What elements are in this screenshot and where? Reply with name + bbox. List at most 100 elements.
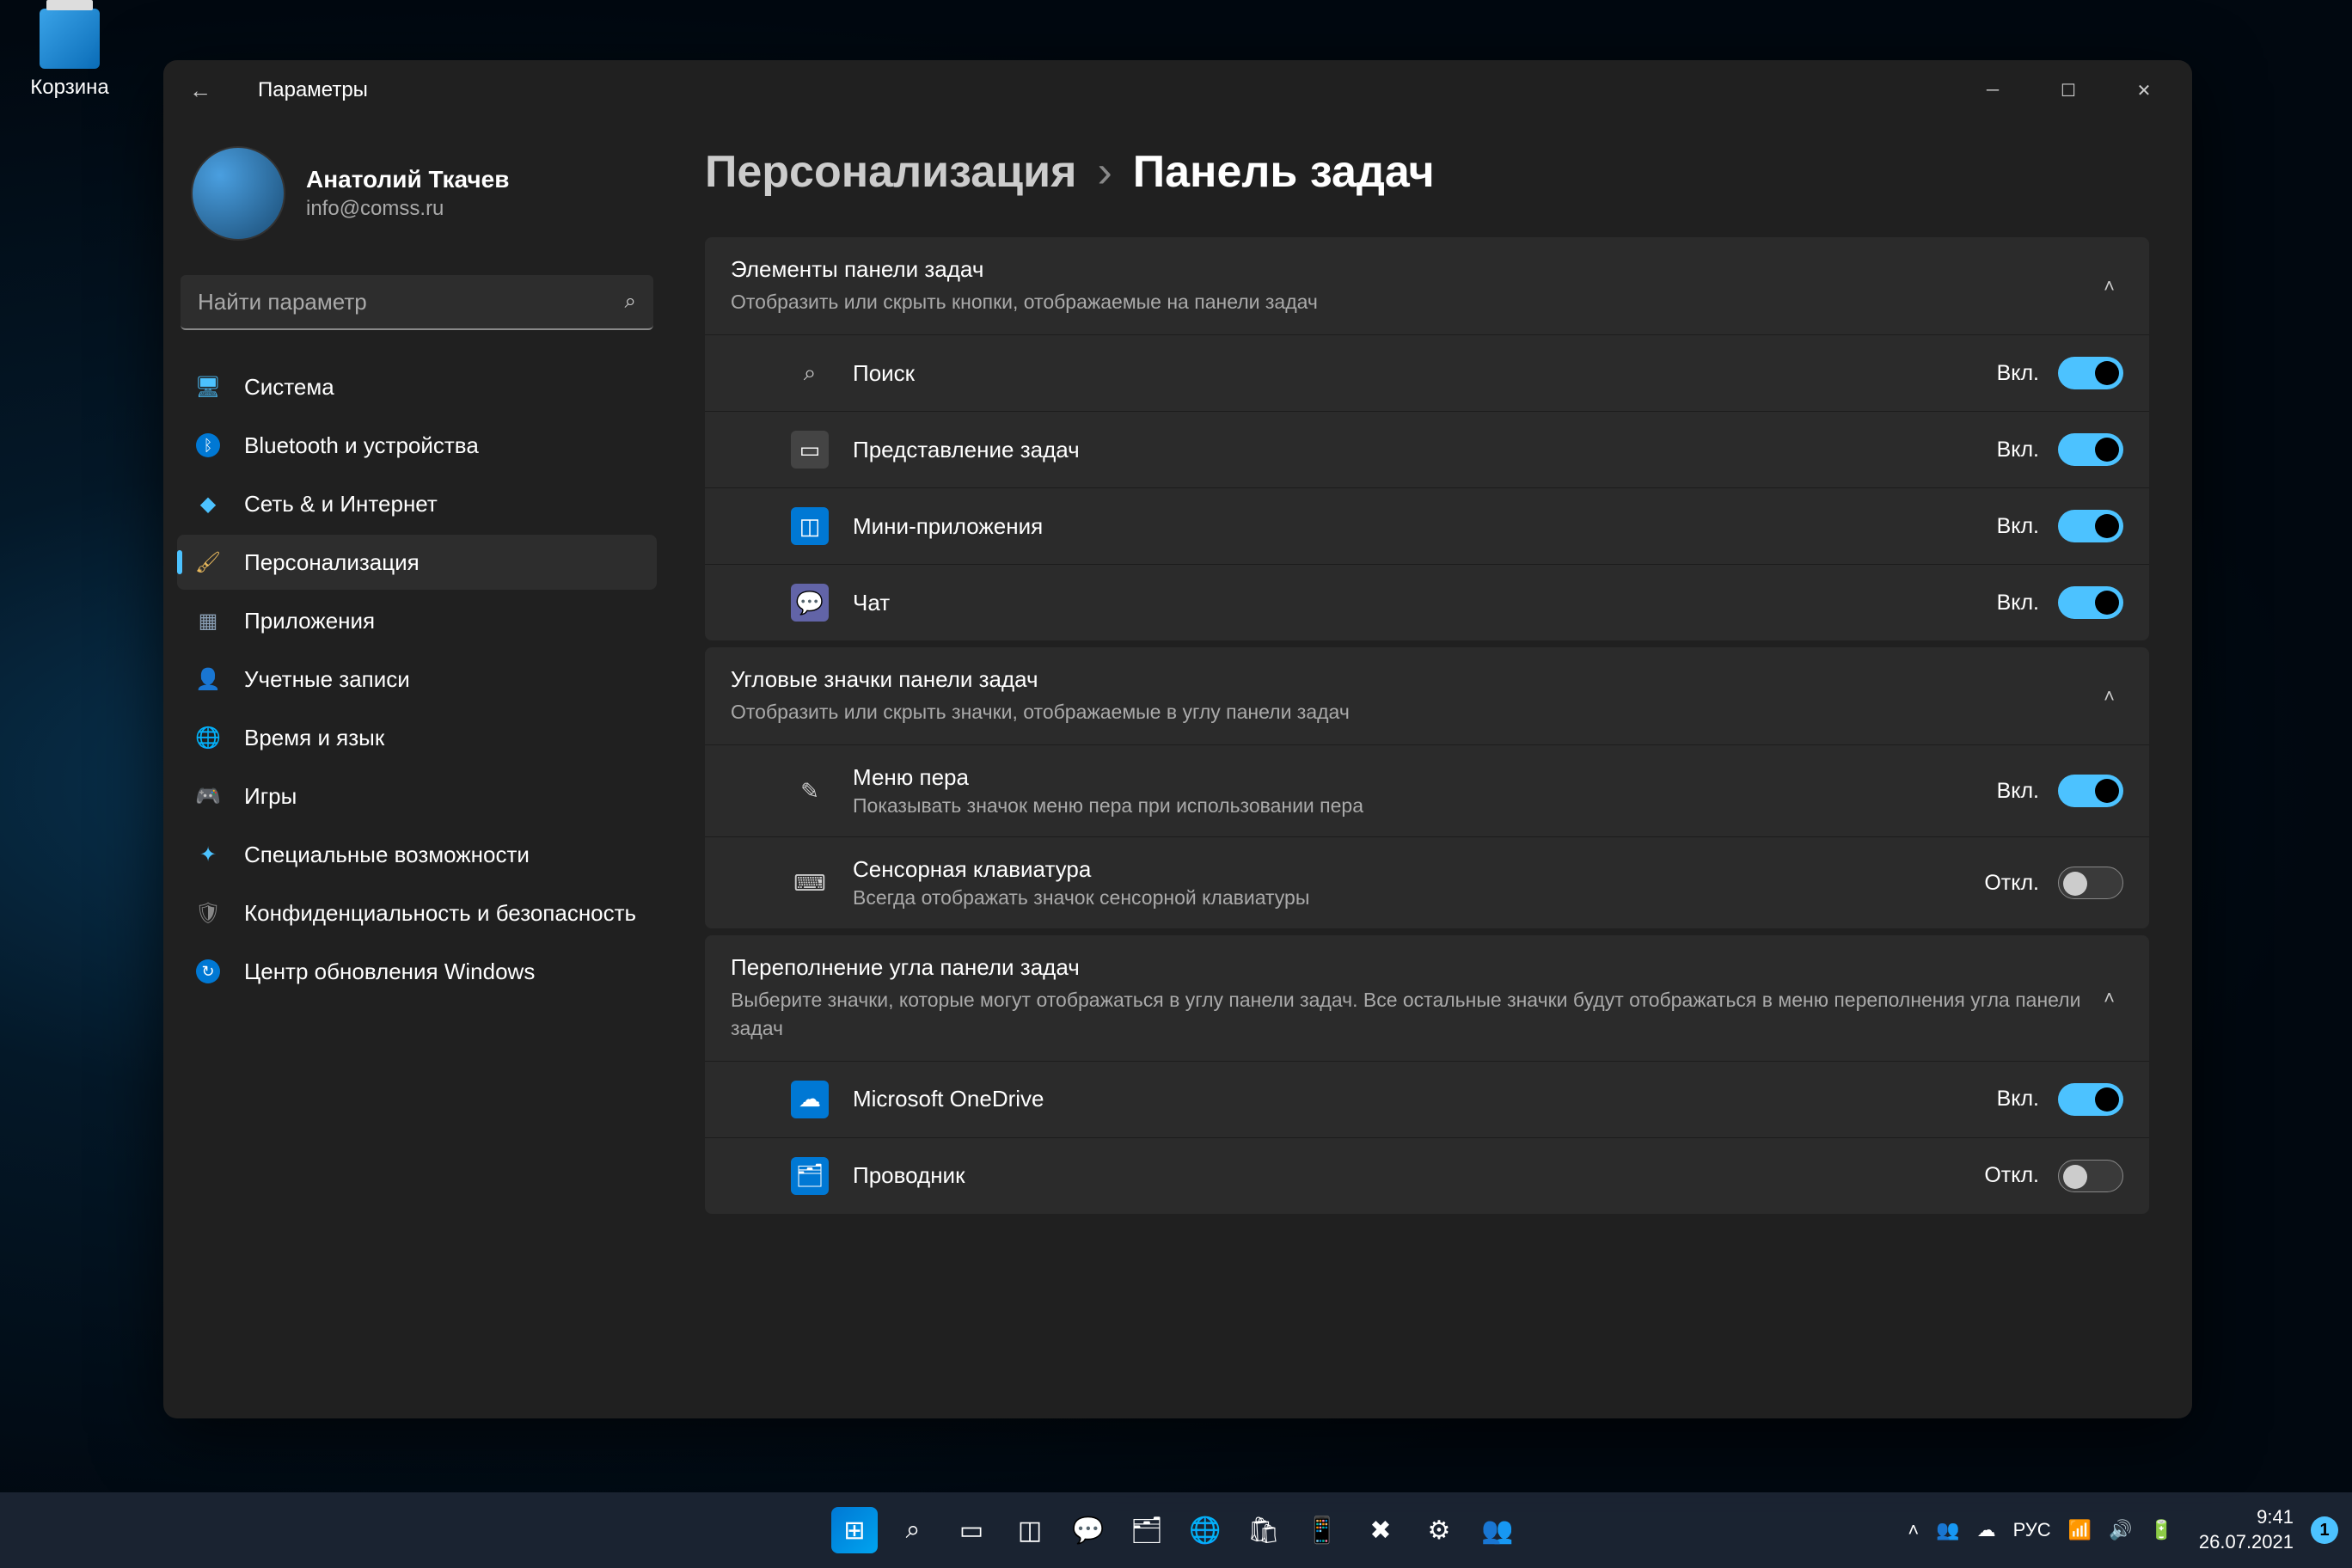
user-account[interactable]: Анатолий Ткачев info@comss.ru	[177, 138, 657, 266]
sidebar-item-apps[interactable]: ▦Приложения	[177, 593, 657, 648]
row-label: Мини-приложения	[853, 513, 1979, 540]
toggle-state: Вкл.	[1979, 438, 2039, 462]
row-label: Microsoft OneDrive	[853, 1086, 1979, 1112]
start-button[interactable]: ⊞	[831, 1507, 878, 1553]
bluetooth-icon: ᛒ	[194, 432, 222, 459]
sidebar-item-label: Bluetooth и устройства	[244, 432, 479, 459]
keyboard-icon: ⌨	[791, 864, 829, 902]
sidebar-item-accessibility[interactable]: ✦Специальные возможности	[177, 827, 657, 882]
toggle-widgets[interactable]	[2058, 510, 2123, 542]
row-chat: 💬 Чат Вкл.	[705, 564, 2149, 640]
sidebar-item-label: Персонализация	[244, 549, 420, 576]
tray-clock[interactable]: 9:41 26.07.2021	[2199, 1505, 2294, 1554]
close-button[interactable]: ✕	[2106, 64, 2182, 116]
sidebar-item-accounts[interactable]: 👤Учетные записи	[177, 652, 657, 707]
toggle-taskview[interactable]	[2058, 433, 2123, 466]
row-label: Проводник	[853, 1162, 1979, 1189]
back-button[interactable]: ←	[189, 77, 224, 104]
chat-icon: 💬	[791, 584, 829, 622]
row-taskview: ▭ Представление задач Вкл.	[705, 411, 2149, 487]
breadcrumb: Персонализация › Панель задач	[705, 146, 2149, 198]
settings-icon[interactable]: ⚙	[1416, 1507, 1462, 1553]
tray-wifi-icon[interactable]: 📶	[2068, 1519, 2092, 1541]
explorer-icon: 🗂	[791, 1157, 829, 1195]
toggle-state: Вкл.	[1979, 361, 2039, 386]
recycle-bin-label: Корзина	[22, 76, 117, 100]
section-header[interactable]: Элементы панели задач Отобразить или скр…	[705, 237, 2149, 334]
taskview-icon[interactable]: ▭	[948, 1507, 995, 1553]
chat-icon[interactable]: 💬	[1065, 1507, 1112, 1553]
widgets-icon: ◫	[791, 507, 829, 545]
section-title: Переполнение угла панели задач	[731, 954, 2095, 981]
toggle-state: Вкл.	[1979, 779, 2039, 804]
toggle-pen[interactable]	[2058, 775, 2123, 807]
teams-icon[interactable]: 👥	[1474, 1507, 1521, 1553]
settings-window: ← Параметры ─ ☐ ✕ Анатолий Ткачев info@c…	[163, 60, 2192, 1418]
tray-battery-icon[interactable]: 🔋	[2149, 1519, 2172, 1541]
sidebar-item-gaming[interactable]: 🎮Игры	[177, 769, 657, 824]
shield-icon: 🛡	[194, 899, 222, 927]
toggle-search[interactable]	[2058, 357, 2123, 389]
row-onedrive: ☁ Microsoft OneDrive Вкл.	[705, 1061, 2149, 1137]
row-search: ⌕ Поиск Вкл.	[705, 334, 2149, 411]
xbox-icon[interactable]: ✖	[1357, 1507, 1404, 1553]
onedrive-icon: ☁	[791, 1081, 829, 1118]
toggle-touch-keyboard[interactable]	[2058, 867, 2123, 899]
row-label: Поиск	[853, 360, 1979, 387]
wifi-icon: ◆	[194, 490, 222, 518]
row-explorer: 🗂 Проводник Откл.	[705, 1137, 2149, 1214]
toggle-state: Вкл.	[1979, 514, 2039, 539]
row-pen: ✎ Меню пера Показывать значок меню пера …	[705, 744, 2149, 836]
notifications-badge[interactable]: 1	[2311, 1516, 2338, 1544]
breadcrumb-parent[interactable]: Персонализация	[705, 146, 1076, 198]
taskbar: ⊞ ⌕ ▭ ◫ 💬 🗂 🌐 🛍 📱 ✖ ⚙ 👥 ˄ 👥 ☁ РУС 📶 🔊 🔋 …	[0, 1492, 2352, 1568]
apps-icon: ▦	[194, 607, 222, 634]
toggle-chat[interactable]	[2058, 586, 2123, 619]
search-icon: ⌕	[791, 354, 829, 392]
sidebar-item-update[interactable]: ↻Центр обновления Windows	[177, 944, 657, 999]
section-corner-overflow: Переполнение угла панели задач Выберите …	[705, 935, 2149, 1213]
store-icon[interactable]: 🛍	[1240, 1507, 1287, 1553]
sidebar-item-privacy[interactable]: 🛡Конфиденциальность и безопасность	[177, 885, 657, 940]
toggle-explorer[interactable]	[2058, 1160, 2123, 1192]
section-title: Элементы панели задач	[731, 256, 2095, 283]
sidebar-item-label: Игры	[244, 783, 297, 810]
tray-chevron-icon[interactable]: ˄	[1908, 1519, 1919, 1541]
tray-teams-icon[interactable]: 👥	[1936, 1519, 1959, 1541]
user-icon: 👤	[194, 665, 222, 693]
tray-language[interactable]: РУС	[2013, 1519, 2051, 1541]
sidebar-item-network[interactable]: ◆Сеть & и Интернет	[177, 476, 657, 531]
chevron-up-icon: ˄	[2095, 275, 2123, 297]
recycle-bin[interactable]: Корзина	[22, 9, 117, 100]
section-header[interactable]: Переполнение угла панели задач Выберите …	[705, 935, 2149, 1060]
row-label: Меню пера Показывать значок меню пера пр…	[853, 764, 1979, 818]
search-input[interactable]	[198, 289, 625, 315]
phone-icon[interactable]: 📱	[1299, 1507, 1345, 1553]
search-box[interactable]: ⌕	[181, 275, 653, 330]
section-header[interactable]: Угловые значки панели задач Отобразить и…	[705, 647, 2149, 744]
globe-icon: 🌐	[194, 724, 222, 751]
widgets-icon[interactable]: ◫	[1007, 1507, 1053, 1553]
sidebar-item-time[interactable]: 🌐 Время и язык	[177, 710, 657, 765]
pen-icon: ✎	[791, 772, 829, 810]
row-label: Представление задач	[853, 437, 1979, 463]
user-name: Анатолий Ткачев	[306, 166, 509, 193]
sidebar-item-label: Время и язык	[244, 725, 384, 751]
tray-onedrive-icon[interactable]: ☁	[1977, 1519, 1996, 1541]
sidebar-item-label: Центр обновления Windows	[244, 959, 535, 985]
system-tray: ˄ 👥 ☁ РУС 📶 🔊 🔋 9:41 26.07.2021 1	[1908, 1505, 2338, 1554]
toggle-onedrive[interactable]	[2058, 1083, 2123, 1116]
sidebar-item-personalization[interactable]: 🖌Персонализация	[177, 535, 657, 590]
main-content: Персонализация › Панель задач Элементы п…	[671, 120, 2192, 1418]
sidebar-item-bluetooth[interactable]: ᛒ Bluetooth и устройства	[177, 418, 657, 473]
sidebar-item-system[interactable]: 🖥Система	[177, 359, 657, 414]
breadcrumb-current: Панель задач	[1133, 146, 1435, 198]
row-label: Чат	[853, 590, 1979, 616]
maximize-button[interactable]: ☐	[2030, 64, 2106, 116]
taskbar-search-icon[interactable]: ⌕	[890, 1507, 936, 1553]
minimize-button[interactable]: ─	[1955, 64, 2030, 116]
file-explorer-icon[interactable]: 🗂	[1124, 1507, 1170, 1553]
toggle-state: Откл.	[1979, 871, 2039, 896]
edge-icon[interactable]: 🌐	[1182, 1507, 1228, 1553]
tray-volume-icon[interactable]: 🔊	[2109, 1519, 2132, 1541]
